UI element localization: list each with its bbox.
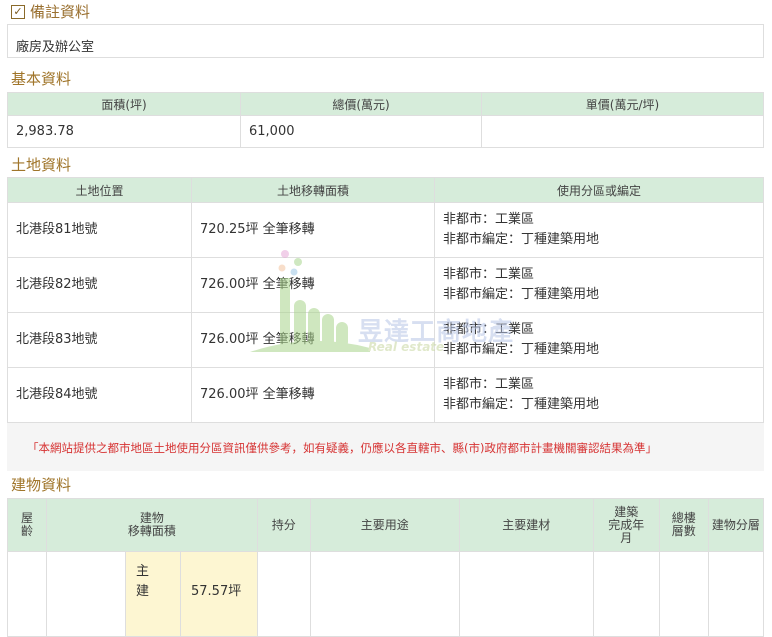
land-zone: 非都市：工業區非都市編定：丁種建築用地 [434,257,764,313]
building-age [7,551,47,637]
building-type-l2: 建 [136,584,150,599]
building-header-material: 主要建材 [458,498,594,552]
remark-content: 廠房及辦公室 [7,24,764,58]
land-area: 720.25坪 全筆移轉 [191,202,435,258]
table-row: 北港段84地號 726.00坪 全筆移轉 非都市：工業區非都市編定：丁種建築用地 [7,367,764,423]
land-zone-secondary: 非都市編定：丁種建築用地 [443,287,600,302]
building-header-layer: 建物分層 [707,498,765,552]
basic-header-area: 面積(坪) [7,92,241,116]
table-row: 主建 57.57坪 [7,551,765,637]
land-area: 726.00坪 全筆移轉 [191,257,435,313]
building-header-floors-l2: 層數 [671,524,696,538]
building-section-title: 建物資料 [11,476,72,494]
land-zone: 非都市：工業區非都市編定：丁種建築用地 [434,202,764,258]
building-floors [658,551,709,637]
building-header-completed-l3: 月 [620,530,633,545]
land-area: 726.00坪 全筆移轉 [191,312,435,368]
remark-title: 備註資料 [30,3,91,21]
remark-section-title: ✓ 備註資料 [11,1,90,22]
land-zone: 非都市：工業區非都市編定：丁種建築用地 [434,367,764,423]
land-zone-secondary: 非都市編定：丁種建築用地 [443,397,600,412]
building-header-use: 主要用途 [309,498,460,552]
building-header-age: 屋齡 [7,498,47,552]
building-header-floors: 總樓 層數 [658,498,709,552]
building-type: 主建 [125,551,181,637]
basic-table: 面積(坪) 總價(萬元) 單價(萬元/坪) 2,983.78 61,000 [7,92,764,148]
land-zone-primary: 非都市：工業區 [443,267,535,282]
building-blank [46,551,126,637]
building-header-completed-l1: 建築 [614,504,639,519]
land-location: 北港段84地號 [7,367,192,423]
basic-header-unit: 單價(萬元/坪) [481,92,764,116]
basic-section-title: 基本資料 [11,70,72,88]
building-type-l1: 主 [136,564,150,579]
land-area: 726.00坪 全筆移轉 [191,367,435,423]
land-section-title: 土地資料 [11,156,72,174]
table-row: 北港段83地號 726.00坪 全筆移轉 非都市：工業區非都市編定：丁種建築用地 [7,312,764,368]
land-location: 北港段81地號 [7,202,192,258]
building-header-area-l2: 移轉面積 [127,524,176,538]
building-header-share: 持分 [256,498,311,552]
checkbox-icon: ✓ [11,4,25,19]
land-header-area: 土地移轉面積 [191,177,435,203]
basic-value-total: 61,000 [240,115,482,148]
land-zone-primary: 非都市：工業區 [443,322,535,337]
building-completed [592,551,660,637]
land-location: 北港段82地號 [7,257,192,313]
building-material [458,551,594,637]
building-table: 屋齡 建物 移轉面積 持分 主要用途 主要建材 建築 完成年月 總樓 層數 建物分層 … [7,498,765,637]
table-row: 北港段82地號 726.00坪 全筆移轉 非都市：工業區非都市編定：丁種建築用地 [7,257,764,313]
basic-value-area: 2,983.78 [7,115,241,148]
building-area: 57.57坪 [180,551,258,637]
basic-value-unit [481,115,764,148]
zoning-disclaimer: 「本網站提供之都市地區土地使用分區資訊僅供參考，如有疑義，仍應以各直轄市、縣(市… [7,423,764,471]
land-header-zone: 使用分區或編定 [434,177,764,203]
building-header-completed-l2: 完成年 [608,517,645,532]
land-zone-primary: 非都市：工業區 [443,212,535,227]
land-table: 土地位置 土地移轉面積 使用分區或編定 北港段81地號 720.25坪 全筆移轉… [7,177,764,423]
table-row: 北港段81地號 720.25坪 全筆移轉 非都市：工業區非都市編定：丁種建築用地 [7,202,764,258]
land-location: 北港段83地號 [7,312,192,368]
land-zone: 非都市：工業區非都市編定：丁種建築用地 [434,312,764,368]
land-zone-secondary: 非都市編定：丁種建築用地 [443,342,600,357]
land-header-location: 土地位置 [7,177,192,203]
building-use [309,551,460,637]
building-layer [707,551,765,637]
building-share [256,551,311,637]
building-header-area: 建物 移轉面積 [46,498,258,552]
land-zone-secondary: 非都市編定：丁種建築用地 [443,232,600,247]
building-header-completed: 建築 完成年月 [592,498,660,552]
basic-header-total: 總價(萬元) [240,92,482,116]
building-header-age-text: 屋齡 [21,511,34,538]
land-zone-primary: 非都市：工業區 [443,377,535,392]
